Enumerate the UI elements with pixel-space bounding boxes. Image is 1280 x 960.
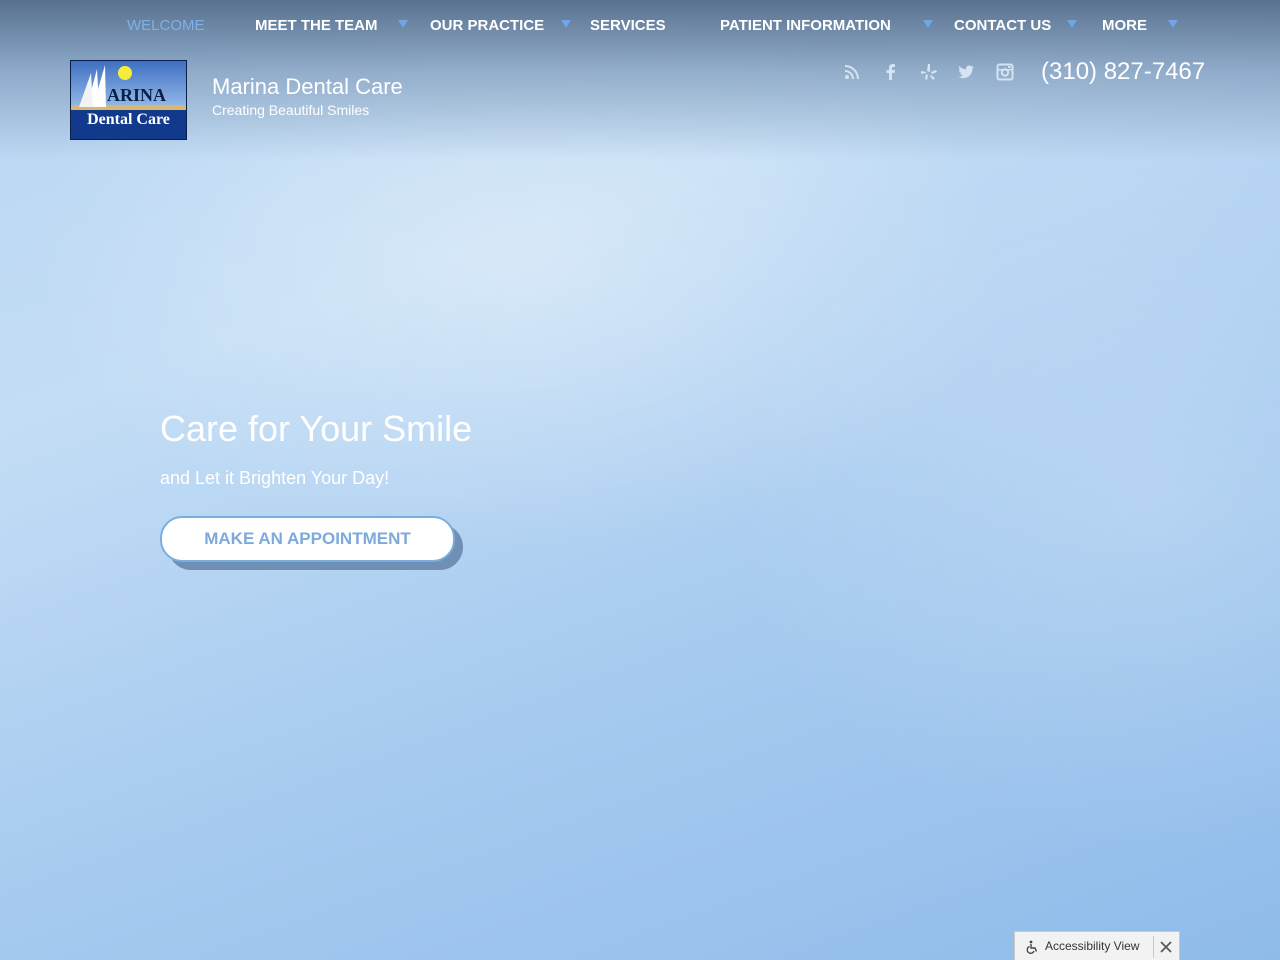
- phone-number[interactable]: (310) 827-7467: [1041, 58, 1205, 86]
- wheelchair-icon[interactable]: [1025, 939, 1039, 954]
- logo-wordmark: ARINA: [107, 85, 167, 105]
- hero-subtitle: and Let it Brighten Your Day!: [160, 468, 390, 488]
- close-icon[interactable]: [1159, 939, 1173, 953]
- divider: [1153, 936, 1154, 958]
- hero-title: Care for Your Smile: [160, 408, 473, 449]
- facebook-icon[interactable]: [882, 63, 900, 81]
- nav-item-meet-the-team[interactable]: MEET THE TEAM: [255, 16, 378, 36]
- nav-item-welcome[interactable]: WELCOME: [127, 16, 205, 36]
- yelp-icon[interactable]: [920, 63, 938, 81]
- nav-item-patient-information[interactable]: PATIENT INFORMATION: [720, 16, 891, 36]
- instagram-icon[interactable]: [996, 63, 1014, 81]
- chevron-down-icon[interactable]: [398, 20, 408, 28]
- nav-item-our-practice[interactable]: OUR PRACTICE: [430, 16, 544, 36]
- nav-item-services[interactable]: SERVICES: [590, 16, 666, 36]
- chevron-down-icon[interactable]: [561, 20, 571, 28]
- main-nav: WELCOME MEET THE TEAM OUR PRACTICE SERVI…: [0, 0, 1280, 50]
- chevron-down-icon[interactable]: [1067, 20, 1077, 28]
- rss-icon[interactable]: [843, 63, 861, 81]
- accessibility-view-button[interactable]: Accessibility View: [1045, 939, 1139, 953]
- nav-item-contact-us[interactable]: CONTACT US: [954, 16, 1051, 36]
- site-name[interactable]: Marina Dental Care: [212, 74, 403, 100]
- chevron-down-icon[interactable]: [923, 20, 933, 28]
- accessibility-bar: Accessibility View: [1014, 931, 1180, 960]
- make-appointment-button[interactable]: MAKE AN APPOINTMENT: [160, 516, 455, 562]
- logo[interactable]: ARINA Dental Care: [70, 60, 187, 140]
- chevron-down-icon[interactable]: [1168, 20, 1178, 28]
- nav-item-more[interactable]: MORE: [1102, 16, 1147, 36]
- twitter-icon[interactable]: [957, 63, 975, 81]
- logo-subtext: Dental Care: [87, 111, 170, 128]
- site-tagline: Creating Beautiful Smiles: [212, 102, 370, 118]
